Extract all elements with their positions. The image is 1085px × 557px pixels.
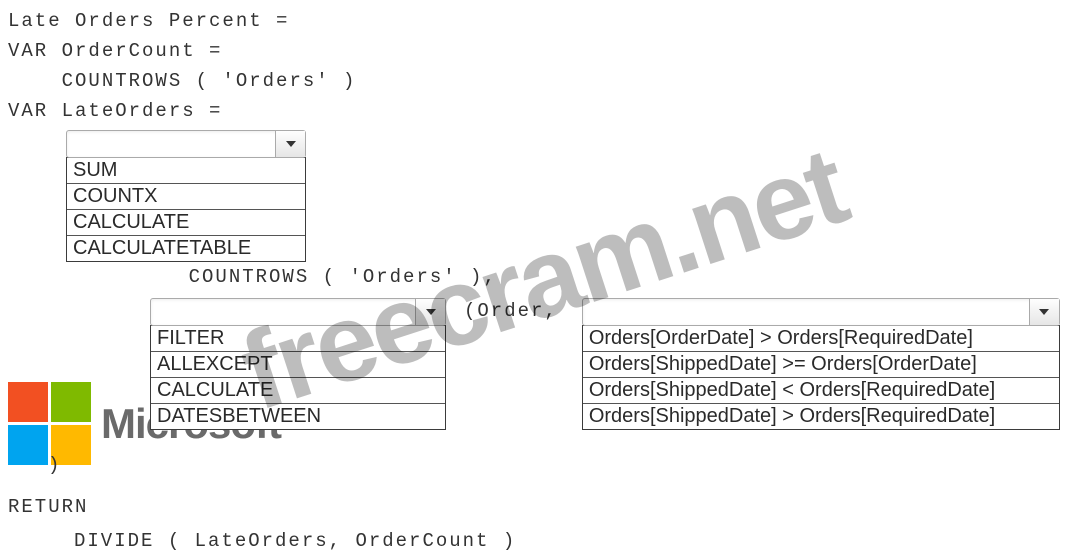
listbox-3[interactable]: Orders[OrderDate] > Orders[RequiredDate]… bbox=[582, 325, 1060, 430]
option-calculate-2[interactable]: CALCULATE bbox=[151, 378, 445, 404]
chevron-down-icon[interactable] bbox=[1029, 299, 1059, 325]
code-close-paren: ) bbox=[48, 454, 61, 476]
listbox-1[interactable]: SUM COUNTX CALCULATE CALCULATETABLE bbox=[66, 157, 306, 262]
code-divide: DIVIDE ( LateOrders, OrderCount ) bbox=[74, 530, 516, 552]
option-expr-2[interactable]: Orders[ShippedDate] >= Orders[OrderDate] bbox=[583, 352, 1059, 378]
option-datesbetween[interactable]: DATESBETWEEN bbox=[151, 404, 445, 429]
combo-box-2[interactable] bbox=[150, 298, 446, 326]
combo-value-3 bbox=[583, 299, 1029, 325]
option-calculate[interactable]: CALCULATE bbox=[67, 210, 305, 236]
dropdown-function-2[interactable]: FILTER ALLEXCEPT CALCULATE DATESBETWEEN bbox=[150, 294, 446, 430]
code-line-2: VAR OrderCount = bbox=[8, 36, 1077, 66]
combo-box-1[interactable] bbox=[66, 130, 306, 158]
option-expr-3[interactable]: Orders[ShippedDate] < Orders[RequiredDat… bbox=[583, 378, 1059, 404]
chevron-down-icon[interactable] bbox=[275, 131, 305, 157]
dropdown-expression-3[interactable]: Orders[OrderDate] > Orders[RequiredDate]… bbox=[582, 294, 1060, 430]
combo-box-3[interactable] bbox=[582, 298, 1060, 326]
code-line-5: COUNTROWS ( 'Orders' ), bbox=[68, 262, 1077, 292]
option-countx[interactable]: COUNTX bbox=[67, 184, 305, 210]
option-calculatetable[interactable]: CALCULATETABLE bbox=[67, 236, 305, 261]
order-paren-text: (Order, bbox=[464, 300, 558, 322]
code-line-4: VAR LateOrders = bbox=[8, 96, 1077, 126]
listbox-2[interactable]: FILTER ALLEXCEPT CALCULATE DATESBETWEEN bbox=[150, 325, 446, 430]
option-filter[interactable]: FILTER bbox=[151, 326, 445, 352]
combo-value-1 bbox=[67, 131, 275, 157]
option-sum[interactable]: SUM bbox=[67, 158, 305, 184]
option-allexcept[interactable]: ALLEXCEPT bbox=[151, 352, 445, 378]
dax-code-block: Late Orders Percent = VAR OrderCount = C… bbox=[0, 0, 1085, 436]
code-line-3: COUNTROWS ( 'Orders' ) bbox=[8, 66, 1077, 96]
code-return: RETURN bbox=[8, 496, 88, 518]
dropdown-function-1[interactable]: SUM COUNTX CALCULATE CALCULATETABLE bbox=[66, 126, 306, 262]
combo-value-2 bbox=[151, 299, 415, 325]
option-expr-1[interactable]: Orders[OrderDate] > Orders[RequiredDate] bbox=[583, 326, 1059, 352]
option-expr-4[interactable]: Orders[ShippedDate] > Orders[RequiredDat… bbox=[583, 404, 1059, 429]
chevron-down-icon[interactable] bbox=[415, 299, 445, 325]
code-line-1: Late Orders Percent = bbox=[8, 6, 1077, 36]
